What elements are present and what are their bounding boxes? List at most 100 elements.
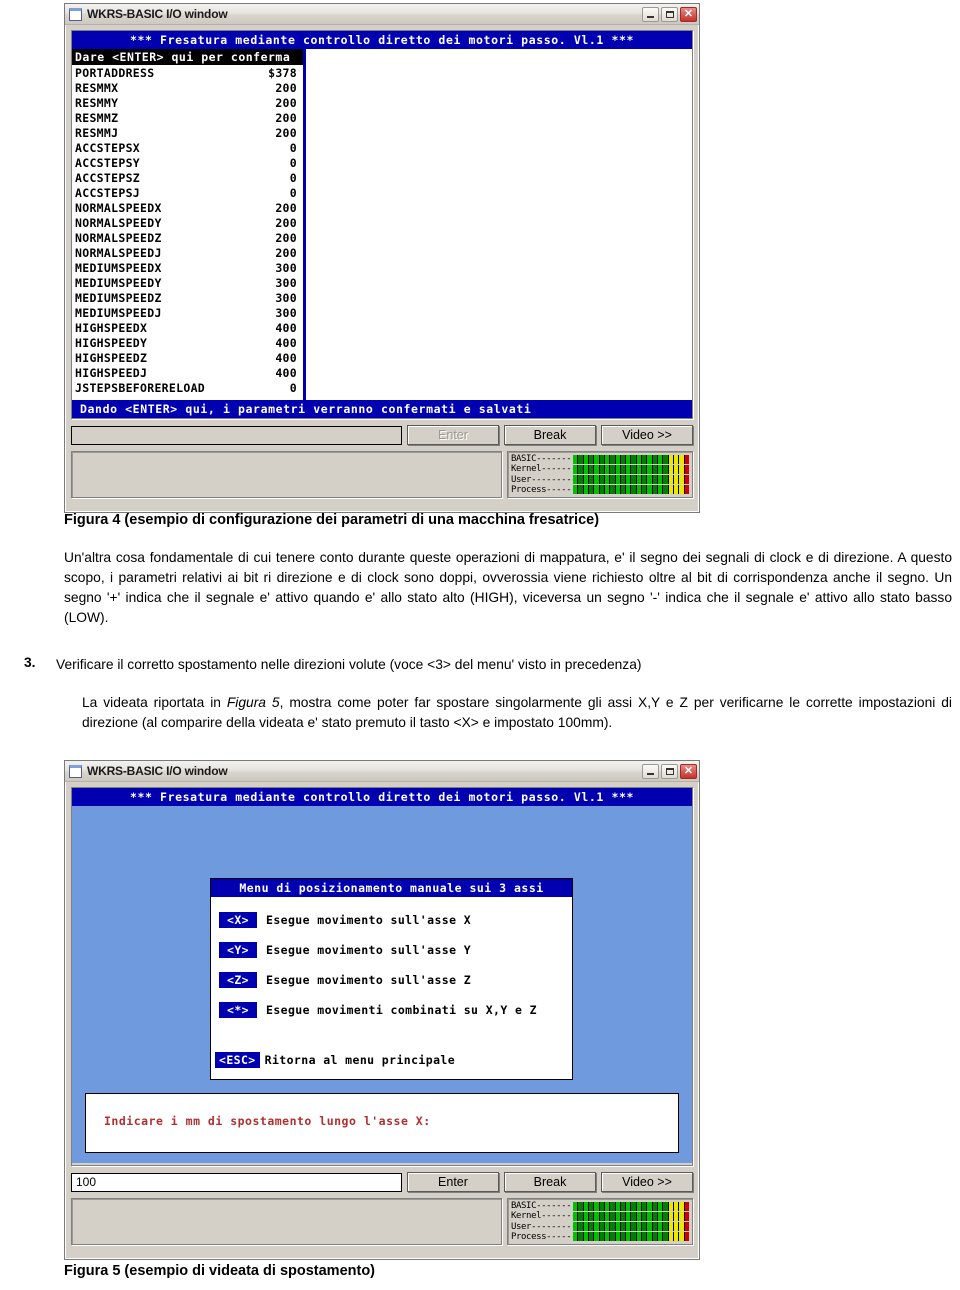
meter-segment [583, 1211, 588, 1221]
close-icon[interactable]: ✕ [680, 6, 697, 22]
meter-segment [583, 485, 588, 495]
parameter-value: 400 [275, 336, 297, 350]
break-button[interactable]: Break [504, 1172, 596, 1192]
parameter-value: 200 [275, 111, 297, 125]
meter-segment [626, 1201, 631, 1211]
list-item-number: 3. [24, 655, 36, 670]
meter-segment [599, 464, 604, 474]
window-body: *** Fresatura mediante controllo diretto… [65, 25, 699, 504]
menu-item[interactable]: <X> Esegue movimento sull'asse X [211, 905, 572, 935]
close-icon[interactable]: ✕ [680, 763, 697, 779]
parameter-list: PORTADDRESS $378 RESMMX 200 RESMMY 200 RESMMZ 2… [72, 65, 303, 400]
app-icon [69, 764, 82, 778]
meter-segment [631, 475, 636, 485]
meter-segment [583, 1222, 588, 1232]
break-button[interactable]: Break [504, 425, 596, 445]
meter-segment [684, 485, 689, 495]
meter-segment [663, 475, 668, 485]
minimize-icon[interactable] [642, 6, 659, 22]
meter-segment [594, 485, 599, 495]
enter-button[interactable]: Enter [407, 425, 499, 445]
parameter-value: 200 [275, 216, 297, 230]
wkrs-basic-io-window-1[interactable]: WKRS-BASIC I/O window ✕ *** Fresatura me… [64, 3, 700, 513]
command-input[interactable] [71, 425, 402, 445]
parameter-row: RESMMJ 200 [72, 126, 303, 141]
menu-item-label: Esegue movimento sull'asse Z [266, 973, 472, 987]
parameter-row: NORMALSPEEDX 200 [72, 201, 303, 216]
terminal-content: Menu di posizionamento manuale sui 3 ass… [72, 806, 692, 1163]
parameter-row: ACCSTEPSY 0 [72, 156, 303, 171]
parameter-name: RESMMX [75, 81, 119, 95]
parameter-row: ACCSTEPSZ 0 [72, 171, 303, 186]
meter-segment [684, 464, 689, 474]
meter-segment [615, 1232, 620, 1242]
meter-row: User---------- [511, 1222, 689, 1232]
menu-item-list: <X> Esegue movimento sull'asse X <Y> Esegue… [211, 897, 572, 1079]
meter-segment [583, 1201, 588, 1211]
parameter-value: 0 [289, 381, 297, 395]
maximize-icon[interactable] [661, 6, 678, 22]
meter-segment [599, 1222, 604, 1232]
parameter-name: HIGHSPEEDJ [75, 366, 148, 380]
meter-segment [620, 1201, 626, 1211]
meter-segment [658, 1201, 663, 1211]
list-item-3-text: Verificare il corretto spostamento nelle… [56, 657, 642, 672]
figure-4-caption: Figura 4 (esempio di configurazione dei … [64, 512, 600, 528]
parameter-row: ACCSTEPSJ 0 [72, 186, 303, 201]
menu-item[interactable]: <Z> Esegue movimento sull'asse Z [211, 965, 572, 995]
parameter-name: NORMALSPEEDZ [75, 231, 162, 245]
meter-label: User---------- [511, 474, 573, 485]
window-title: WKRS-BASIC I/O window [87, 764, 228, 778]
meter-segment [642, 1201, 647, 1211]
terminal-content: Dare <ENTER> qui per conferma PORTADDRES… [72, 49, 692, 400]
meter-segment [626, 464, 631, 474]
titlebar[interactable]: WKRS-BASIC I/O window ✕ [65, 761, 699, 782]
menu-item[interactable]: <*> Esegue movimenti combinati su X,Y e Z [211, 995, 572, 1025]
meter-segment [578, 1222, 583, 1232]
meter-segment [679, 1201, 684, 1211]
parameter-value: 300 [275, 291, 297, 305]
meter-row: BASIC------- [511, 454, 689, 464]
meter-segment [652, 485, 657, 495]
meter-segment [620, 464, 626, 474]
meter-segment [620, 1222, 626, 1232]
meter-segment [578, 1201, 583, 1211]
meter-segment [583, 454, 588, 464]
meter-segment [573, 485, 578, 495]
titlebar[interactable]: WKRS-BASIC I/O window ✕ [65, 4, 699, 25]
meter-segment [594, 464, 599, 474]
meter-segment [626, 1222, 631, 1232]
meter-bar [573, 1232, 689, 1242]
figure-5-caption: Figura 5 (esempio di videata di spostame… [64, 1263, 376, 1279]
maximize-icon[interactable] [661, 763, 678, 779]
parameter-row: ACCSTEPSX 0 [72, 141, 303, 156]
video-button[interactable]: Video >> [601, 425, 693, 445]
parameter-value: 200 [275, 126, 297, 140]
meter-segment [642, 464, 647, 474]
menu-item-escape[interactable]: <ESC> Ritorna al menu principale [211, 1047, 572, 1073]
parameter-panel: Dare <ENTER> qui per conferma PORTADDRES… [72, 49, 306, 400]
meter-segment [604, 1201, 610, 1211]
meter-segment [610, 1232, 615, 1242]
meter-segment [620, 1211, 626, 1221]
wkrs-basic-io-window-2[interactable]: WKRS-BASIC I/O window ✕ *** Fresatura me… [64, 760, 700, 1260]
meter-segment [578, 475, 583, 485]
meter-segment [631, 454, 636, 464]
parameter-row: MEDIUMSPEEDZ 300 [72, 291, 303, 306]
parameter-row: MEDIUMSPEEDX 300 [72, 261, 303, 276]
meter-segment [631, 1222, 636, 1232]
menu-item[interactable]: <Y> Esegue movimento sull'asse Y [211, 935, 572, 965]
enter-button[interactable]: Enter [407, 1172, 499, 1192]
command-input[interactable]: 100 [71, 1172, 402, 1192]
meter-segment [642, 1232, 647, 1242]
log-output-box [71, 451, 502, 498]
log-output-box [71, 1198, 502, 1245]
minimize-icon[interactable] [642, 763, 659, 779]
parameter-value: 0 [289, 141, 297, 155]
menu-title: Menu di posizionamento manuale sui 3 ass… [211, 879, 572, 897]
parameter-row: RESMMY 200 [72, 96, 303, 111]
meter-segment [583, 475, 588, 485]
meter-label: Process------ [511, 1231, 573, 1242]
video-button[interactable]: Video >> [601, 1172, 693, 1192]
meter-segment [573, 1232, 578, 1242]
